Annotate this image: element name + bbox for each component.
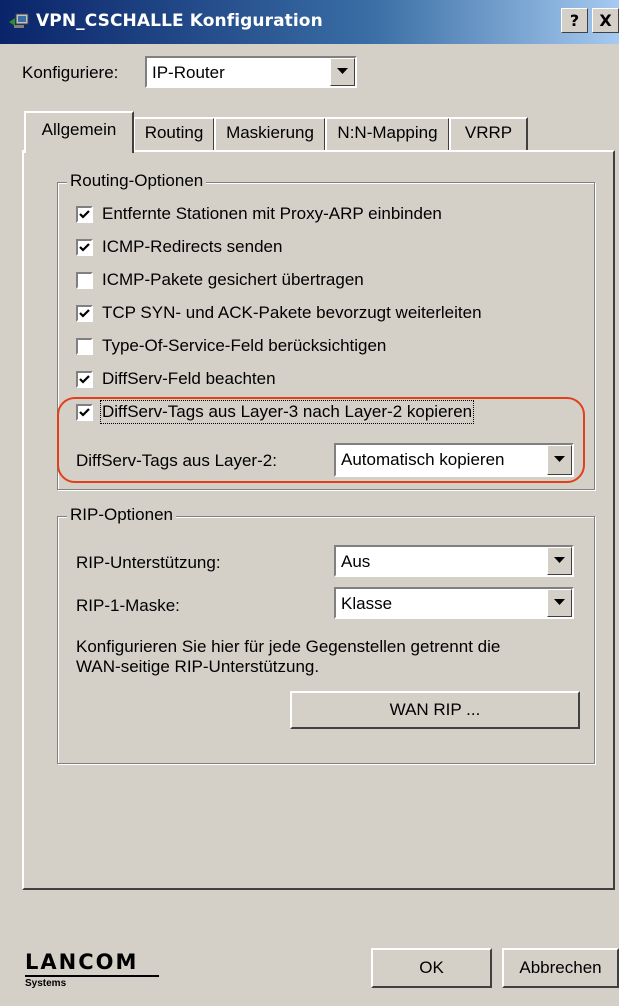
chevron-down-icon[interactable] xyxy=(330,58,355,86)
logo-main-text: LANCOM xyxy=(25,950,139,974)
rip1-mask-label: RIP-1-Maske: xyxy=(76,596,180,615)
configure-label: Konfiguriere: xyxy=(22,63,119,82)
checkbox[interactable] xyxy=(76,272,93,289)
rip1-mask-select[interactable]: Klasse xyxy=(334,587,574,619)
title-bar: VPN_CSCHALLE Konfiguration ? X xyxy=(0,0,619,44)
wan-rip-button[interactable]: WAN RIP ... xyxy=(290,691,580,729)
tab-routing[interactable]: Routing xyxy=(133,117,215,151)
checkbox-label: ICMP-Redirects senden xyxy=(102,237,283,256)
tab-nn-mapping[interactable]: N:N-Mapping xyxy=(325,117,450,151)
checkmark-icon xyxy=(79,243,90,252)
chevron-down-icon[interactable] xyxy=(547,547,572,575)
rip-support-label: RIP-Unterstützung: xyxy=(76,553,221,572)
rip-support-select-value: Aus xyxy=(341,552,371,571)
checkbox-label: ICMP-Pakete gesichert übertragen xyxy=(102,270,364,289)
rip1-mask-select-value: Klasse xyxy=(341,594,393,613)
ok-button[interactable]: OK xyxy=(371,948,492,988)
close-button[interactable]: X xyxy=(592,8,619,33)
checkbox[interactable] xyxy=(76,338,93,355)
configure-select-value: IP-Router xyxy=(152,63,225,82)
logo-underline xyxy=(25,975,159,977)
chevron-down-icon[interactable] xyxy=(547,589,572,617)
checkmark-icon xyxy=(79,375,90,384)
lancom-logo: LANCOM Systems xyxy=(25,950,159,989)
checkbox[interactable] xyxy=(76,239,93,256)
window-title: VPN_CSCHALLE Konfiguration xyxy=(36,11,323,31)
cancel-button[interactable]: Abbrechen xyxy=(502,948,619,988)
configure-select[interactable]: IP-Router xyxy=(145,56,357,88)
checkbox-label: Entfernte Stationen mit Proxy-ARP einbin… xyxy=(102,204,442,223)
routing-options-title: Routing-Optionen xyxy=(67,171,207,191)
checkmark-icon xyxy=(79,309,90,318)
tab-allgemein[interactable]: Allgemein xyxy=(24,111,134,153)
checkbox[interactable] xyxy=(76,206,93,223)
logo-sub-text: Systems xyxy=(25,978,67,989)
checkbox-label: DiffServ-Feld beachten xyxy=(102,369,276,388)
app-icon xyxy=(8,12,30,30)
checkbox-label: Type-Of-Service-Feld berücksichtigen xyxy=(102,336,387,355)
rip-support-select[interactable]: Aus xyxy=(334,545,574,577)
checkbox[interactable] xyxy=(76,305,93,322)
checkbox[interactable] xyxy=(76,371,93,388)
rip-options-title: RIP-Optionen xyxy=(67,505,176,525)
tab-maskierung[interactable]: Maskierung xyxy=(214,117,326,151)
checkmark-icon xyxy=(79,210,90,219)
tab-vrrp[interactable]: VRRP xyxy=(449,117,528,151)
help-button[interactable]: ? xyxy=(561,8,588,33)
rip-description: Konfigurieren Sie hier für jede Gegenste… xyxy=(76,637,501,676)
checkbox-label: TCP SYN- und ACK-Pakete bevorzugt weiter… xyxy=(102,303,482,322)
highlight-annotation xyxy=(57,397,585,483)
